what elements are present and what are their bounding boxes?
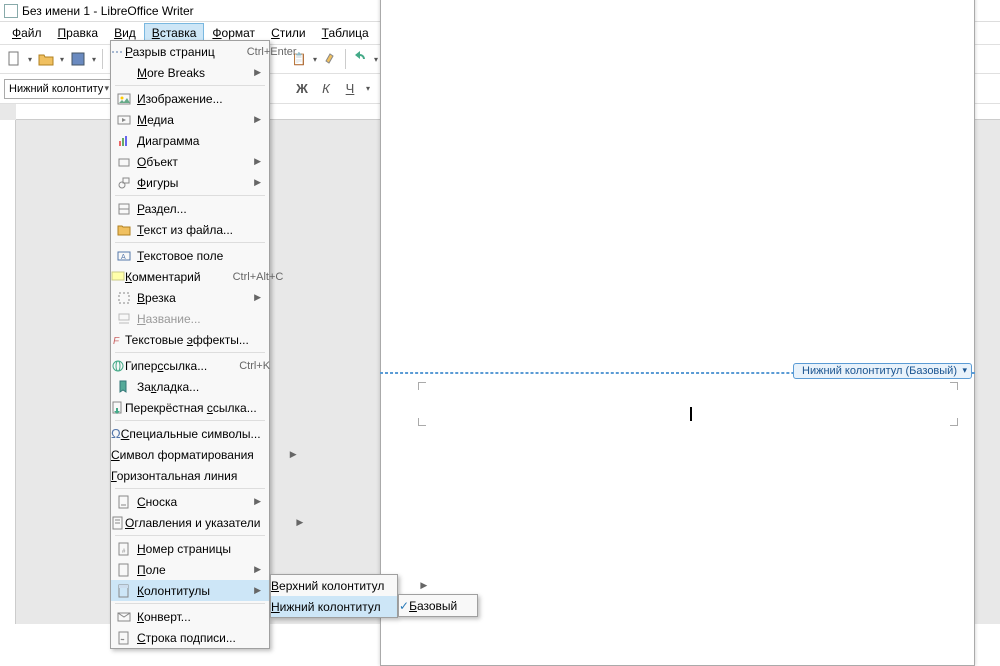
insert-menu-item[interactable]: Гиперссылка...Ctrl+K (111, 355, 269, 376)
header-footer-submenu[interactable]: Верхний колонтитул▶Нижний колонтитул▶ (270, 574, 398, 618)
insert-menu-item[interactable]: Объект▶ (111, 151, 269, 172)
insert-menu-item[interactable]: Колонтитулы▶ (111, 580, 269, 601)
insert-menu-item[interactable]: Раздел... (111, 198, 269, 219)
insert-menu-item[interactable]: Поле▶ (111, 559, 269, 580)
hf-submenu-item[interactable]: Верхний колонтитул▶ (271, 575, 397, 596)
insert-menu-item[interactable]: Название... (111, 308, 269, 329)
insert-menu-item[interactable]: Оглавления и указатели▶ (111, 512, 269, 533)
document-page[interactable] (380, 0, 975, 666)
insert-menu-item[interactable]: Символ форматирования▶ (111, 444, 269, 465)
dropdown-icon[interactable] (90, 49, 98, 69)
insert-menu-item[interactable]: AТекстовое поле (111, 245, 269, 266)
insert-menu-item[interactable]: Диаграмма (111, 130, 269, 151)
menu-правка[interactable]: Правка (50, 23, 107, 43)
insert-menu-item[interactable]: Горизонтальная линия (111, 465, 269, 486)
insert-menu[interactable]: Разрыв страницCtrl+EnterMore Breaks▶ Изоб… (110, 40, 270, 649)
dropdown-icon[interactable] (58, 49, 66, 69)
window-title: Без имени 1 - LibreOffice Writer (22, 4, 194, 18)
text-cursor (690, 407, 692, 421)
dropdown-icon[interactable] (26, 49, 34, 69)
menu-файл[interactable]: Файл (4, 23, 50, 43)
svg-text:#: # (122, 549, 126, 555)
insert-menu-item[interactable]: Фигуры▶ (111, 172, 269, 193)
clone-format-icon[interactable] (321, 49, 341, 69)
insert-menu-item[interactable]: Сноска▶ (111, 491, 269, 512)
margin-marker (418, 382, 426, 390)
insert-menu-item[interactable]: Закладка... (111, 376, 269, 397)
dropdown-icon[interactable] (372, 49, 380, 69)
insert-menu-item[interactable]: Врезка▶ (111, 287, 269, 308)
paragraph-style-select[interactable]: Нижний колонтиту (4, 79, 114, 99)
footer-submenu[interactable]: ✓Базовый (398, 594, 478, 617)
svg-text:A: A (121, 254, 126, 261)
footer-tag-button[interactable]: Нижний колонтитул (Базовый) (793, 363, 972, 379)
save-icon[interactable] (68, 49, 88, 69)
insert-menu-item[interactable]: Изображение... (111, 88, 269, 109)
insert-menu-item[interactable]: FТекстовые эффекты... (111, 329, 269, 350)
new-icon[interactable] (4, 49, 24, 69)
undo-icon[interactable] (350, 49, 370, 69)
dropdown-icon[interactable] (311, 49, 319, 69)
insert-menu-item[interactable]: Текст из файла... (111, 219, 269, 240)
insert-menu-item[interactable]: ΩСпециальные символы... (111, 423, 269, 444)
open-icon[interactable] (36, 49, 56, 69)
hf-submenu-item[interactable]: Нижний колонтитул▶ (271, 596, 397, 617)
underline-icon[interactable]: Ч (340, 79, 360, 99)
insert-menu-item[interactable]: Медиа▶ (111, 109, 269, 130)
insert-menu-item[interactable]: КомментарийCtrl+Alt+C (111, 266, 269, 287)
menu-стили[interactable]: Стили (263, 23, 314, 43)
insert-menu-item[interactable]: Строка подписи... (111, 627, 269, 648)
svg-text:F: F (113, 336, 120, 347)
vertical-ruler[interactable] (0, 120, 16, 624)
footer-submenu-item[interactable]: ✓Базовый (399, 595, 477, 616)
insert-menu-item[interactable]: Перекрёстная ссылка... (111, 397, 269, 418)
margin-marker (950, 382, 958, 390)
dropdown-icon[interactable] (364, 79, 372, 99)
margin-marker (418, 418, 426, 426)
insert-menu-item[interactable]: #Номер страницы (111, 538, 269, 559)
document-icon (4, 4, 18, 18)
margin-marker (950, 418, 958, 426)
menu-таблица[interactable]: Таблица (314, 23, 377, 43)
italic-icon[interactable]: К (316, 79, 336, 99)
bold-icon[interactable]: Ж (292, 79, 312, 99)
insert-menu-item[interactable]: More Breaks▶ (111, 62, 269, 83)
insert-menu-item[interactable]: Разрыв страницCtrl+Enter (111, 41, 269, 62)
